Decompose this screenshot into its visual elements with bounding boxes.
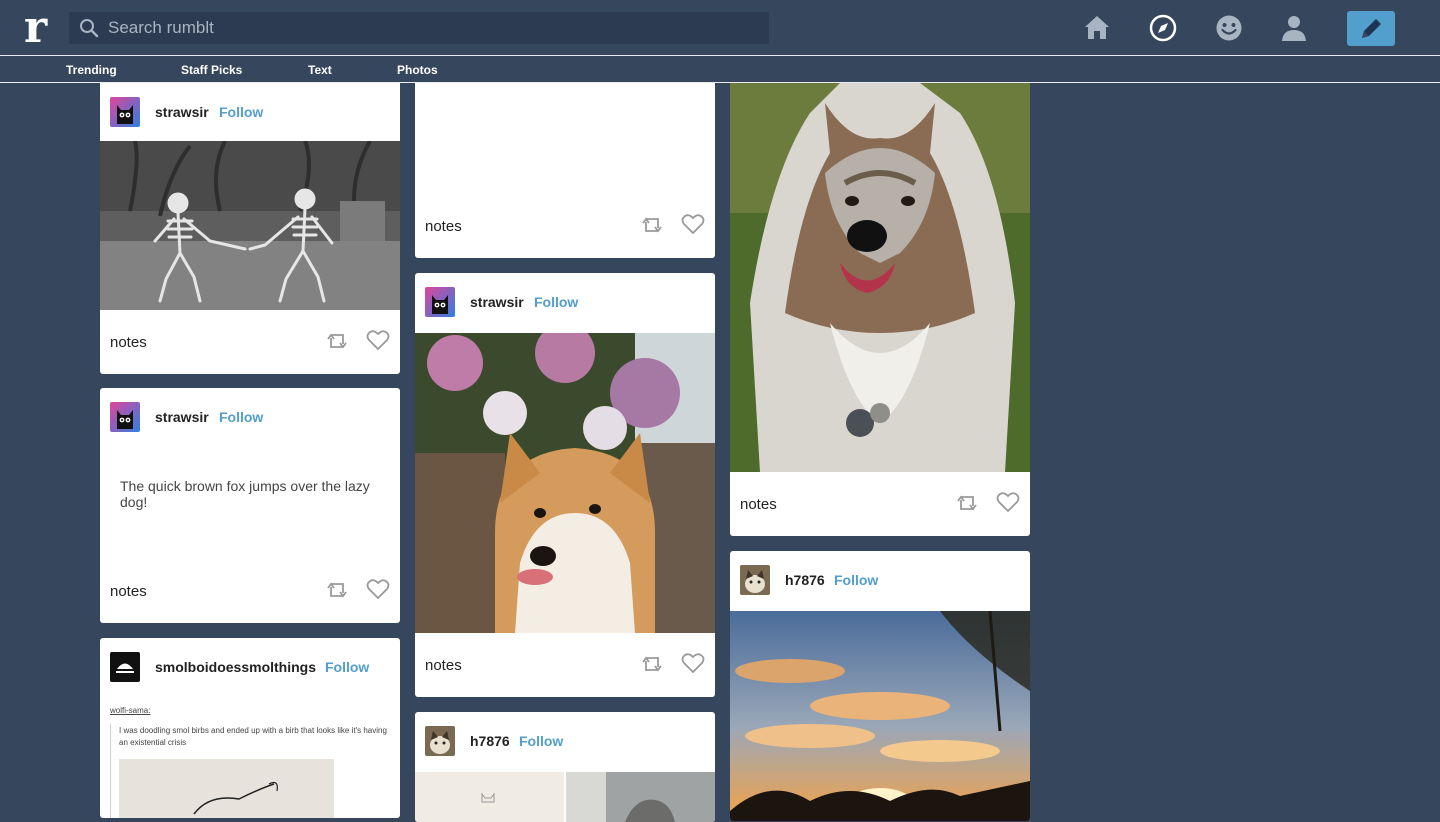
username[interactable]: strawsir bbox=[155, 409, 209, 425]
post-header: strawsir Follow bbox=[100, 388, 400, 446]
avatar[interactable] bbox=[110, 402, 140, 432]
shiba-inu-image bbox=[415, 333, 715, 633]
sub-navigation: Trending Staff Picks Text Photos bbox=[0, 56, 1440, 83]
avatar[interactable] bbox=[425, 726, 455, 756]
username[interactable]: h7876 bbox=[785, 572, 825, 588]
heart-like-icon[interactable] bbox=[996, 491, 1020, 513]
avatar[interactable] bbox=[425, 287, 455, 317]
post-card: notes bbox=[730, 83, 1030, 536]
cats-image bbox=[415, 772, 715, 822]
top-bar: r bbox=[0, 0, 1440, 55]
post-card: h7876 Follow bbox=[730, 551, 1030, 821]
tab-photos[interactable]: Photos bbox=[397, 63, 438, 77]
explore-compass-icon[interactable] bbox=[1148, 13, 1178, 43]
dancing-skeletons-image bbox=[100, 141, 400, 310]
search-bar bbox=[69, 12, 769, 44]
app-logo[interactable]: r bbox=[22, 6, 58, 48]
post-card: strawsir Follow notes bbox=[415, 273, 715, 697]
notes-count[interactable]: notes bbox=[110, 334, 147, 351]
username[interactable]: h7876 bbox=[470, 733, 510, 749]
post-card: notes bbox=[415, 83, 715, 258]
reblog-icon[interactable] bbox=[641, 214, 663, 236]
heart-like-icon[interactable] bbox=[681, 652, 705, 674]
cat-avatar-image bbox=[425, 726, 455, 756]
post-header: strawsir Follow bbox=[100, 83, 400, 141]
tab-staff-picks[interactable]: Staff Picks bbox=[181, 63, 242, 77]
notes-count[interactable]: notes bbox=[740, 496, 777, 513]
notes-count[interactable]: notes bbox=[425, 657, 462, 674]
home-icon[interactable] bbox=[1082, 12, 1112, 42]
post-card: strawsir Follow The quick brown fox jump… bbox=[100, 388, 400, 623]
post-footer: notes bbox=[100, 310, 400, 374]
username[interactable]: strawsir bbox=[155, 104, 209, 120]
smol-boi-avatar-image bbox=[110, 652, 140, 682]
post-card: strawsir Follow notes bbox=[100, 83, 400, 374]
cat-avatar-image bbox=[740, 565, 770, 595]
account-person-icon[interactable] bbox=[1279, 13, 1309, 43]
follow-button[interactable]: Follow bbox=[534, 294, 578, 310]
black-cat-avatar-image bbox=[110, 402, 140, 432]
notes-count[interactable]: notes bbox=[110, 583, 147, 600]
reblog-icon[interactable] bbox=[326, 330, 348, 352]
post-photo[interactable] bbox=[730, 83, 1030, 472]
username[interactable]: smolboidoessmolthings bbox=[155, 659, 316, 675]
follow-button[interactable]: Follow bbox=[834, 572, 878, 588]
heart-like-icon[interactable] bbox=[366, 329, 390, 351]
svg-text:r: r bbox=[24, 6, 48, 48]
post-photo[interactable] bbox=[415, 333, 715, 633]
post-card: h7876 Follow bbox=[415, 712, 715, 822]
bird-doodle-image bbox=[119, 759, 334, 818]
reblog-source[interactable]: wolfi-sama: bbox=[110, 706, 150, 715]
black-cat-avatar-image bbox=[110, 97, 140, 127]
post-photo[interactable] bbox=[415, 772, 715, 822]
tab-trending[interactable]: Trending bbox=[66, 63, 117, 77]
notes-count[interactable]: notes bbox=[425, 218, 462, 235]
post-header: strawsir Follow bbox=[415, 273, 715, 331]
quote-text: I was doodling smol birbs and ended up w… bbox=[119, 726, 387, 747]
search-icon bbox=[80, 19, 99, 38]
post-header: h7876 Follow bbox=[415, 712, 715, 770]
follow-button[interactable]: Follow bbox=[325, 659, 369, 675]
reblog-icon[interactable] bbox=[956, 492, 978, 514]
heart-like-icon[interactable] bbox=[366, 578, 390, 600]
rough-collie-image bbox=[730, 83, 1030, 472]
follow-button[interactable]: Follow bbox=[219, 104, 263, 120]
black-cat-avatar-image bbox=[425, 287, 455, 317]
heart-like-icon[interactable] bbox=[681, 213, 705, 235]
post-header: smolboidoessmolthings Follow bbox=[100, 638, 400, 696]
avatar[interactable] bbox=[110, 652, 140, 682]
follow-button[interactable]: Follow bbox=[519, 733, 563, 749]
smiley-icon[interactable] bbox=[1214, 13, 1244, 43]
reblog-icon[interactable] bbox=[641, 653, 663, 675]
search-input[interactable] bbox=[108, 12, 748, 44]
username[interactable]: strawsir bbox=[470, 294, 524, 310]
post-card: smolboidoessmolthings Follow wolfi-sama:… bbox=[100, 638, 400, 818]
post-footer: notes bbox=[415, 633, 715, 697]
post-footer: notes bbox=[730, 472, 1030, 536]
post-footer: notes bbox=[415, 194, 715, 258]
tab-text[interactable]: Text bbox=[308, 63, 332, 77]
follow-button[interactable]: Follow bbox=[219, 409, 263, 425]
avatar[interactable] bbox=[740, 565, 770, 595]
post-photo[interactable] bbox=[119, 759, 334, 818]
post-header: h7876 Follow bbox=[730, 551, 1030, 609]
post-photo[interactable] bbox=[730, 611, 1030, 821]
post-footer: notes bbox=[100, 559, 400, 623]
post-photo[interactable] bbox=[100, 141, 400, 310]
reblog-icon[interactable] bbox=[326, 579, 348, 601]
compose-pencil-icon bbox=[1362, 19, 1381, 38]
compose-button[interactable] bbox=[1347, 11, 1395, 46]
post-text: The quick brown fox jumps over the lazy … bbox=[120, 478, 370, 510]
avatar[interactable] bbox=[110, 97, 140, 127]
sunset-image bbox=[730, 611, 1030, 821]
